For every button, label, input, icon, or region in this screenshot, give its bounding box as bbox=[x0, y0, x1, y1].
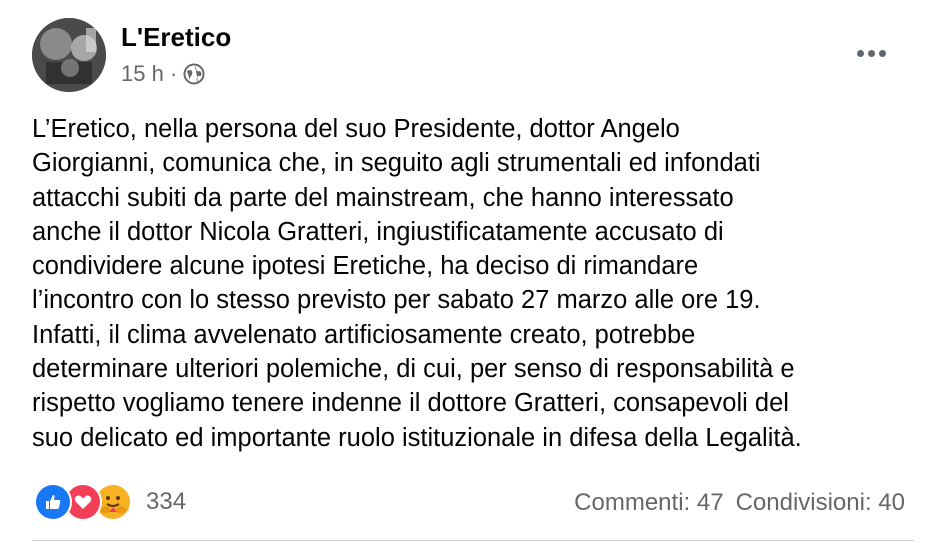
more-options-button[interactable] bbox=[848, 38, 894, 68]
post-card: L'Eretico 15 h · L’Eretico, nella person… bbox=[0, 0, 946, 543]
reactions-summary[interactable]: 334 bbox=[34, 483, 186, 521]
author-name[interactable]: L'Eretico bbox=[121, 22, 231, 53]
comments-count-link[interactable]: Commenti: 47 bbox=[574, 489, 723, 517]
globe-icon bbox=[183, 63, 205, 85]
divider bbox=[32, 540, 914, 541]
dot-icon bbox=[856, 49, 864, 57]
post-stats: Commenti: 47 Condivisioni: 40 bbox=[574, 489, 905, 517]
avatar-image bbox=[32, 18, 106, 92]
reaction-count[interactable]: 334 bbox=[146, 488, 186, 516]
dot-icon bbox=[878, 49, 886, 57]
meta-separator: · bbox=[169, 61, 178, 86]
like-icon bbox=[34, 483, 72, 521]
post-meta: 15 h · bbox=[121, 61, 205, 87]
post-time[interactable]: 15 h bbox=[121, 61, 164, 87]
dot-icon bbox=[867, 49, 875, 57]
shares-count-link[interactable]: Condivisioni: 40 bbox=[736, 489, 905, 517]
post-text: L’Eretico, nella persona del suo Preside… bbox=[32, 115, 802, 452]
avatar[interactable] bbox=[32, 18, 106, 92]
